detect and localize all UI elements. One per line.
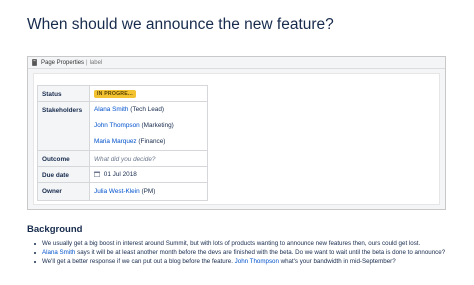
due-date-value: 01 Jul 2018 [103, 171, 137, 178]
page-properties-icon [32, 59, 37, 66]
section-heading-background: Background [27, 224, 83, 235]
bullet-text: what's your bandwidth in mid-September? [278, 258, 396, 265]
table-row: Stakeholders Alana Smith (Tech Lead) Joh… [37, 101, 208, 151]
macro-separator: | [86, 59, 88, 66]
properties-table: Status IN PROGRE... Stakeholders Alana S… [37, 85, 208, 201]
stakeholder-entry: Maria Marquez (Finance) [94, 134, 203, 150]
table-row: Outcome What did you decide? [37, 150, 208, 167]
list-item: We usually get a big boost in interest a… [33, 239, 463, 248]
table-row: Owner Julia West-Klein (PM) [37, 182, 208, 201]
macro-title: Page Properties [41, 59, 85, 66]
user-mention-link[interactable]: Alana Smith [94, 106, 128, 113]
user-mention-link[interactable]: Alana Smith [42, 249, 75, 256]
bullet-text: We'll get a better response if we can pu… [42, 258, 235, 265]
background-bullet-list: We usually get a big boost in interest a… [33, 239, 463, 266]
outcome-placeholder[interactable]: What did you decide? [94, 156, 155, 163]
user-mention-link[interactable]: Julia West-Klein [94, 188, 140, 195]
stakeholder-role: (Marketing) [141, 122, 174, 129]
stakeholders-label: Stakeholders [37, 101, 90, 151]
page-properties-macro: Page Properties | label Status IN PROGRE… [27, 56, 446, 210]
list-item: Alana Smith says it will be at least ano… [33, 248, 463, 257]
user-mention-link[interactable]: John Thompson [235, 258, 279, 265]
user-mention-link[interactable]: John Thompson [94, 122, 140, 129]
calendar-icon [94, 171, 100, 177]
list-item: We'll get a better response if we can pu… [33, 257, 463, 266]
stakeholder-role: (Finance) [138, 138, 166, 145]
stakeholder-entry: John Thompson (Marketing) [94, 118, 203, 134]
due-date-lozenge[interactable]: 01 Jul 2018 [94, 171, 137, 178]
status-badge[interactable]: IN PROGRE... [94, 90, 136, 98]
due-date-label: Due date [37, 166, 90, 183]
outcome-label: Outcome [37, 150, 90, 167]
bullet-text: says it will be at least another month b… [75, 249, 446, 256]
table-row: Due date 01 Jul 2018 [37, 166, 208, 183]
macro-subtitle: label [89, 59, 103, 66]
user-mention-link[interactable]: Maria Marquez [94, 138, 137, 145]
table-row: Status IN PROGRE... [37, 85, 208, 102]
macro-header: Page Properties | label [28, 57, 445, 69]
macro-body: Status IN PROGRE... Stakeholders Alana S… [33, 73, 440, 205]
owner-label: Owner [37, 182, 90, 201]
bullet-text: We usually get a big boost in interest a… [42, 240, 421, 247]
status-label: Status [37, 85, 90, 102]
owner-role: (PM) [141, 188, 156, 195]
stakeholder-role: (Tech Lead) [130, 106, 164, 113]
page-title: When should we announce the new feature? [27, 16, 334, 33]
stakeholder-entry: Alana Smith (Tech Lead) [94, 102, 203, 118]
